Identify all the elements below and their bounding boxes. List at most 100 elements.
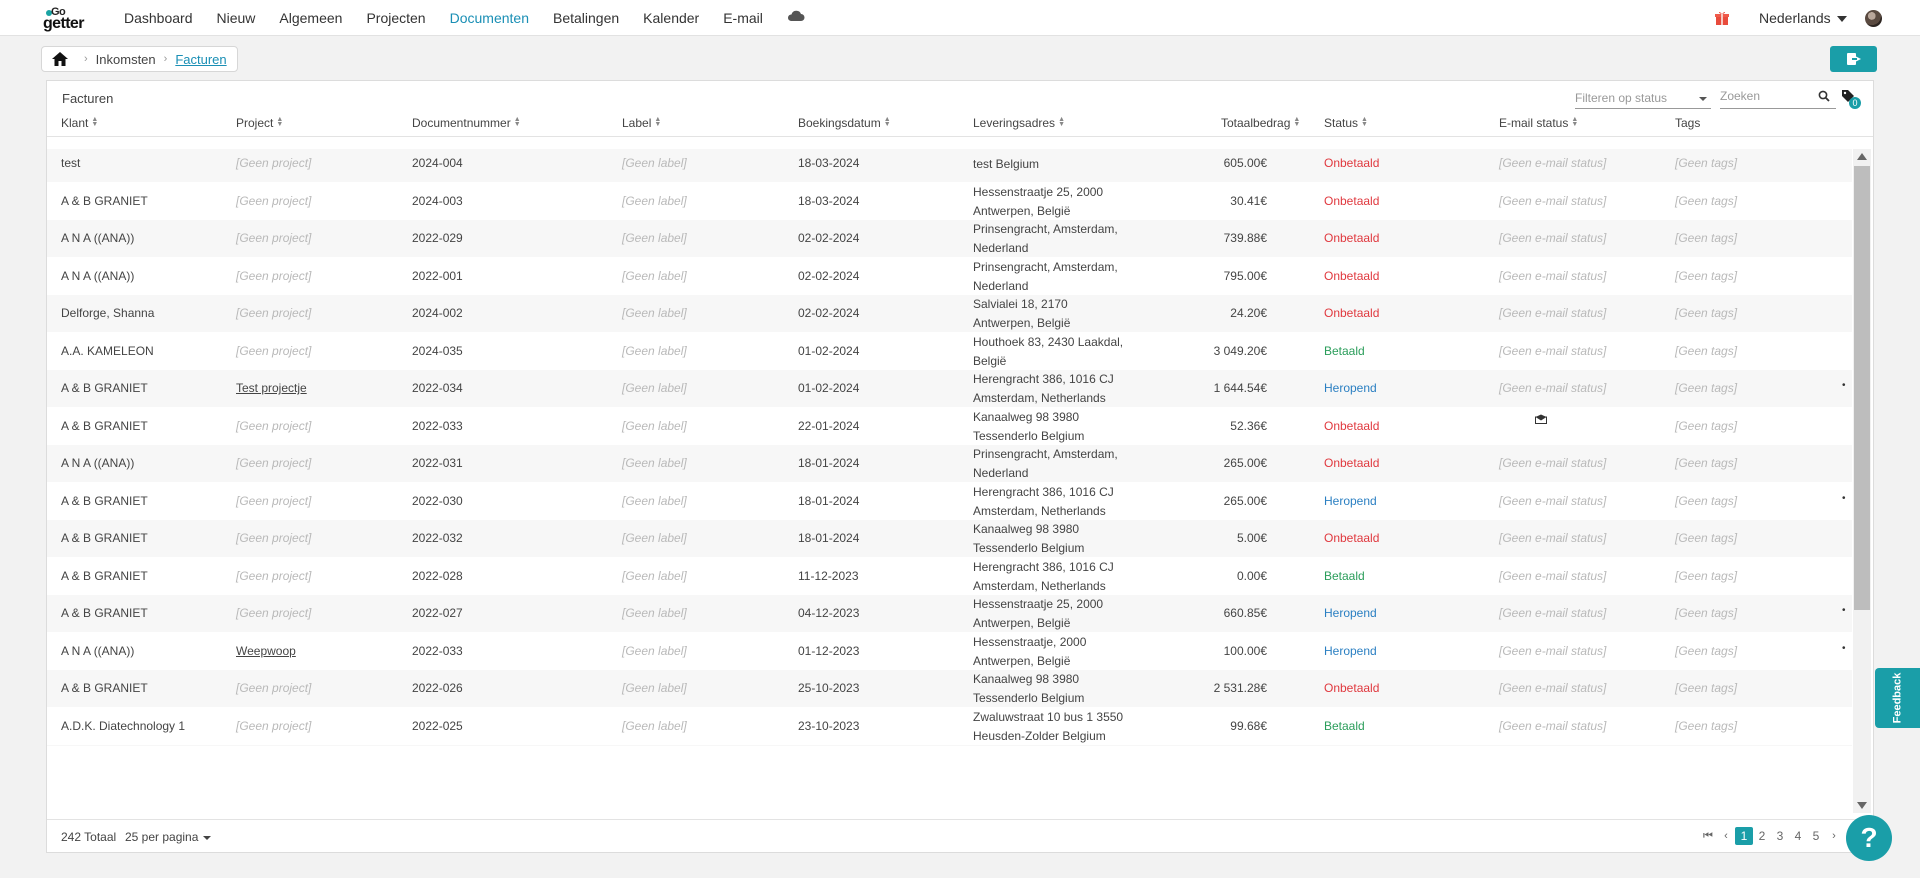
prev-page-icon[interactable]: ‹ — [1717, 827, 1735, 845]
cell-tags: [Geen tags] — [1675, 456, 1738, 470]
scroll-down-icon[interactable] — [1857, 802, 1867, 809]
table-row[interactable]: A & B GRANIET [Geen project] 2022-026 [Geen… — [47, 670, 1852, 707]
language-selector[interactable]: Nederlands — [1759, 10, 1847, 26]
avatar[interactable] — [1865, 10, 1882, 27]
cell-email: [Geen e-mail status] — [1499, 269, 1607, 283]
col-project[interactable]: Project ▲ ▼ — [236, 116, 283, 130]
cell-label: [Geen label] — [622, 719, 687, 733]
page-3[interactable]: 3 — [1771, 827, 1789, 845]
cloud-icon[interactable] — [787, 10, 805, 22]
page-2[interactable]: 2 — [1753, 827, 1771, 845]
cell-leveringsadres: Hessenstraatje 25, 2000 Antwerpen, België — [973, 595, 1103, 633]
nav-algemeen[interactable]: Algemeen — [279, 10, 342, 26]
cell-status: Onbetaald — [1324, 231, 1380, 245]
cell-tags: [Geen tags] — [1675, 719, 1738, 733]
first-page-icon[interactable]: ⏮ — [1699, 827, 1717, 845]
nav-projecten[interactable]: Projecten — [366, 10, 425, 26]
address-line-2: Nederland — [973, 279, 1029, 293]
page-5[interactable]: 5 — [1807, 827, 1825, 845]
breadcrumb-facturen[interactable]: Facturen — [175, 52, 226, 67]
row-action-dot[interactable]: • — [1842, 605, 1846, 616]
col-status[interactable]: Status ▲ ▼ — [1324, 116, 1368, 130]
cell-email: [Geen e-mail status] — [1499, 681, 1607, 695]
cell-status: Onbetaald — [1324, 681, 1380, 695]
col-documentnummer[interactable]: Documentnummer ▲ ▼ — [412, 116, 521, 130]
cell-tags: [Geen tags] — [1675, 531, 1738, 545]
table-row[interactable]: A & B GRANIET [Geen project] 2024-003 [Geen… — [47, 183, 1852, 220]
row-action-dot[interactable]: • — [1842, 643, 1846, 654]
table-row[interactable]: A & B GRANIET [Geen project] 2022-032 [Geen… — [47, 520, 1852, 557]
cell-doc: 2022-031 — [412, 456, 463, 470]
cell-doc: 2022-030 — [412, 494, 463, 508]
address-line-2: Nederland — [973, 466, 1029, 480]
row-action-dot[interactable]: • — [1842, 380, 1846, 391]
cell-klant: A & B GRANIET — [61, 681, 148, 695]
feedback-tab[interactable]: Feedback — [1875, 668, 1920, 728]
nav-email[interactable]: E-mail — [723, 10, 763, 26]
help-button[interactable]: ? — [1846, 815, 1892, 861]
cell-doc: 2022-029 — [412, 231, 463, 245]
cell-email: [Geen e-mail status] — [1499, 494, 1607, 508]
sort-icon: ▲ ▼ — [1571, 116, 1579, 128]
col-label[interactable]: Label ▲ ▼ — [622, 116, 661, 130]
row-action-dot[interactable]: • — [1842, 493, 1846, 504]
search-input[interactable] — [1720, 87, 1810, 103]
cell-date: 18-01-2024 — [798, 494, 860, 508]
nav-nieuw[interactable]: Nieuw — [217, 10, 256, 26]
table-row[interactable]: test [Geen project] 2024-004 [Geen label] 18… — [47, 149, 1852, 182]
table-row[interactable]: A N A ((ANA)) [Geen project] 2022-031 [Geen… — [47, 445, 1852, 482]
cell-project[interactable]: Weepwoop — [236, 644, 296, 658]
table-row[interactable]: A & B GRANIET [Geen project] 2022-030 [Geen… — [47, 483, 1852, 520]
breadcrumb-inkomsten[interactable]: Inkomsten — [96, 52, 156, 67]
col-leveringsadres[interactable]: Leveringsadres ▲ ▼ — [973, 116, 1065, 130]
table-row[interactable]: A N A ((ANA)) [Geen project] 2022-001 [Geen… — [47, 258, 1852, 295]
table-row[interactable]: A & B GRANIETNew Classic Homes2022-024[G… — [47, 745, 1852, 746]
cell-project: [Geen project] — [236, 494, 312, 508]
cell-leveringsadres: Prinsengracht, Amsterdam, Nederland — [973, 445, 1118, 483]
cell-doc: 2022-001 — [412, 269, 463, 283]
status-filter-select[interactable]: Filteren op status — [1575, 87, 1711, 109]
table-row[interactable]: A & B GRANIET Test projectje 2022-034 [Geen… — [47, 370, 1852, 407]
address-line-1: Kanaalweg 98 3980 — [973, 522, 1080, 536]
cell-project[interactable]: Test projectje — [236, 381, 307, 395]
col-totaalbedrag[interactable]: Totaalbedrag ▲ ▼ — [1221, 116, 1300, 130]
export-button[interactable] — [1830, 46, 1877, 72]
address-line-1: Kanaalweg 98 3980 — [973, 745, 1084, 746]
top-navbar: Go getter Dashboard Nieuw Algemeen Proje… — [0, 0, 1920, 36]
scroll-up-icon[interactable] — [1857, 153, 1867, 160]
nav-betalingen[interactable]: Betalingen — [553, 10, 619, 26]
cell-amount: 52.36€ — [1230, 419, 1267, 433]
cell-status: Heropend — [1324, 494, 1377, 508]
cell-email: [Geen e-mail status] — [1499, 569, 1607, 583]
col-boekingsdatum[interactable]: Boekingsdatum ▲ ▼ — [798, 116, 891, 130]
vertical-scrollbar[interactable] — [1853, 149, 1871, 813]
table-row[interactable]: A.D.K. Diatechnology 1 [Geen project] 2022… — [47, 708, 1852, 745]
col-klant[interactable]: Klant ▲ ▼ — [61, 116, 98, 130]
cell-project: [Geen project] — [236, 306, 312, 320]
per-page-select[interactable]: 25 per pagina — [125, 830, 212, 844]
table-row[interactable]: A & B GRANIET [Geen project] 2022-028 [Geen… — [47, 558, 1852, 595]
gift-icon[interactable] — [1714, 10, 1730, 26]
cell-leveringsadres: Prinsengracht, Amsterdam, Nederland — [973, 220, 1118, 258]
scrollbar-thumb[interactable] — [1854, 166, 1870, 610]
table-row[interactable]: A & B GRANIET [Geen project] 2022-033 [Geen… — [47, 408, 1852, 445]
page-1[interactable]: 1 — [1735, 827, 1753, 845]
nav-dashboard[interactable]: Dashboard — [124, 10, 193, 26]
table-row[interactable]: A N A ((ANA)) Weepwoop 2022-033 [Geen label… — [47, 633, 1852, 670]
page-4[interactable]: 4 — [1789, 827, 1807, 845]
home-icon[interactable] — [52, 52, 68, 66]
nav-kalender[interactable]: Kalender — [643, 10, 699, 26]
table-row[interactable]: A.A. KAMELEON [Geen project] 2024-035 [Geen… — [47, 333, 1852, 370]
cell-email: [Geen e-mail status] — [1499, 381, 1607, 395]
nav-documenten[interactable]: Documenten — [450, 10, 529, 26]
cell-klant: A N A ((ANA)) — [61, 644, 135, 658]
gogetter-logo[interactable]: Go getter — [43, 6, 99, 32]
cell-status: Onbetaald — [1324, 419, 1380, 433]
table-row[interactable]: A & B GRANIET [Geen project] 2022-027 [Geen… — [47, 595, 1852, 632]
table-row[interactable]: Delforge, Shanna [Geen project] 2024-002 [G… — [47, 295, 1852, 332]
address-line-2: Tessenderlo Belgium — [973, 541, 1085, 555]
search-icon[interactable] — [1818, 90, 1830, 102]
col-email-status[interactable]: E-mail status ▲ ▼ — [1499, 116, 1578, 130]
next-page-icon[interactable]: › — [1825, 827, 1843, 845]
table-row[interactable]: A N A ((ANA)) [Geen project] 2022-029 [Geen… — [47, 220, 1852, 257]
